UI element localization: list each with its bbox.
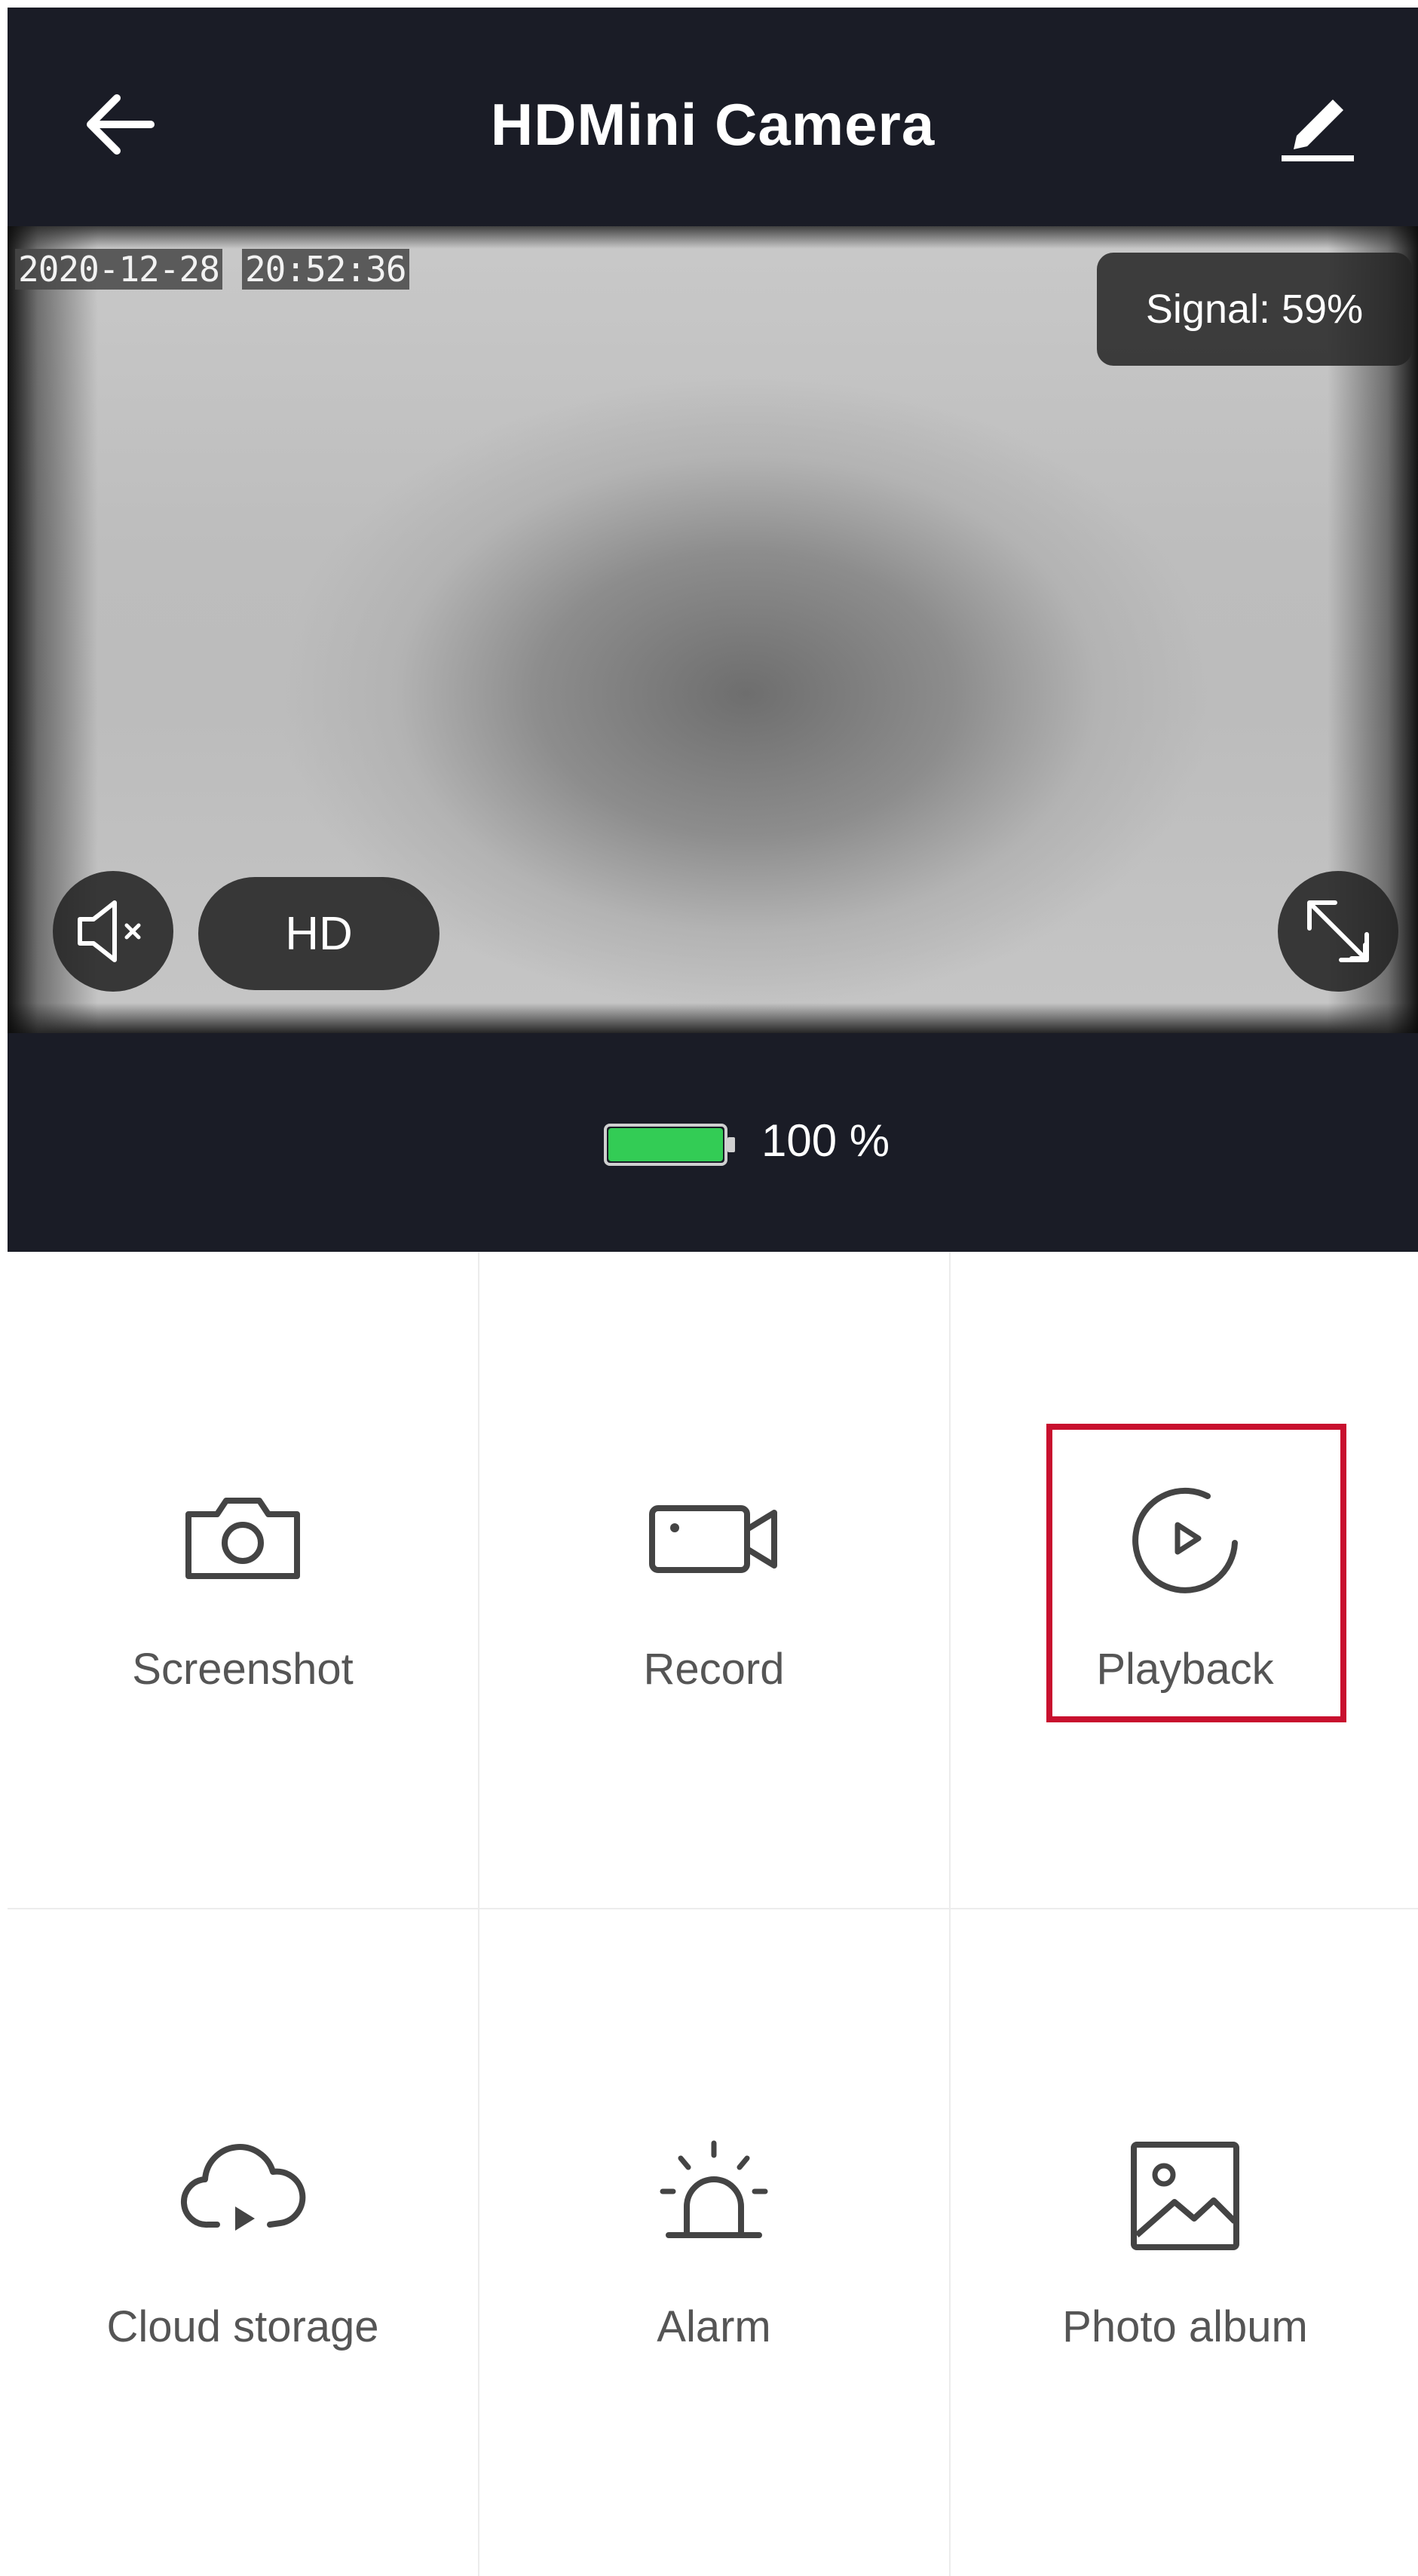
fullscreen-icon [1307,900,1369,962]
alarm-siren-icon [660,2140,768,2238]
camera-screen: HDMini Camera 2020-12-28 20:52:36 Signal:… [8,8,1418,2576]
app-frame: HDMini Camera 2020-12-28 20:52:36 Signal:… [0,0,1418,2576]
pencil-icon [1282,100,1354,161]
video-timestamp: 2020-12-28 20:52:36 [15,249,409,290]
photo-album-label: Photo album [1062,2302,1308,2351]
live-video-feed[interactable]: 2020-12-28 20:52:36 Signal: 59% HD [8,226,1418,1033]
function-grid: Screenshot Record Playback Cloud storage… [8,1252,1418,2576]
cloud-storage-label: Cloud storage [106,2302,379,2351]
grid-divider [949,1252,951,2576]
alarm-label: Alarm [657,2302,771,2351]
timestamp-date: 2020-12-28 [15,249,222,290]
record-label: Record [643,1645,785,1694]
edit-button[interactable] [1274,83,1364,166]
camera-icon [185,1498,300,1579]
photo-album-button[interactable]: Photo album [951,1909,1418,2565]
quality-toggle-button[interactable]: HD [198,877,439,990]
battery-status-bar: 100 % [8,1033,1418,1252]
video-camera-icon [649,1505,777,1573]
screenshot-label: Screenshot [132,1645,354,1694]
timestamp-time: 20:52:36 [241,249,409,290]
image-icon [1131,2142,1239,2250]
header-bar: HDMini Camera [8,8,1418,226]
speaker-muted-icon [78,900,141,962]
cloud-storage-button[interactable]: Cloud storage [9,1909,476,2565]
playback-highlight-box [1046,1424,1346,1722]
record-button[interactable]: Record [480,1252,948,1908]
signal-badge: Signal: 59% [1097,253,1412,366]
fullscreen-button[interactable] [1278,871,1398,992]
screenshot-button[interactable]: Screenshot [9,1252,476,1908]
grid-divider [478,1252,479,2576]
alarm-button[interactable]: Alarm [480,1909,948,2565]
cloud-play-icon [180,2144,306,2231]
battery-level-text: 100 % [761,1115,890,1166]
battery-icon [604,1124,735,1166]
mute-button[interactable] [53,871,173,992]
page-title: HDMini Camera [490,91,936,158]
